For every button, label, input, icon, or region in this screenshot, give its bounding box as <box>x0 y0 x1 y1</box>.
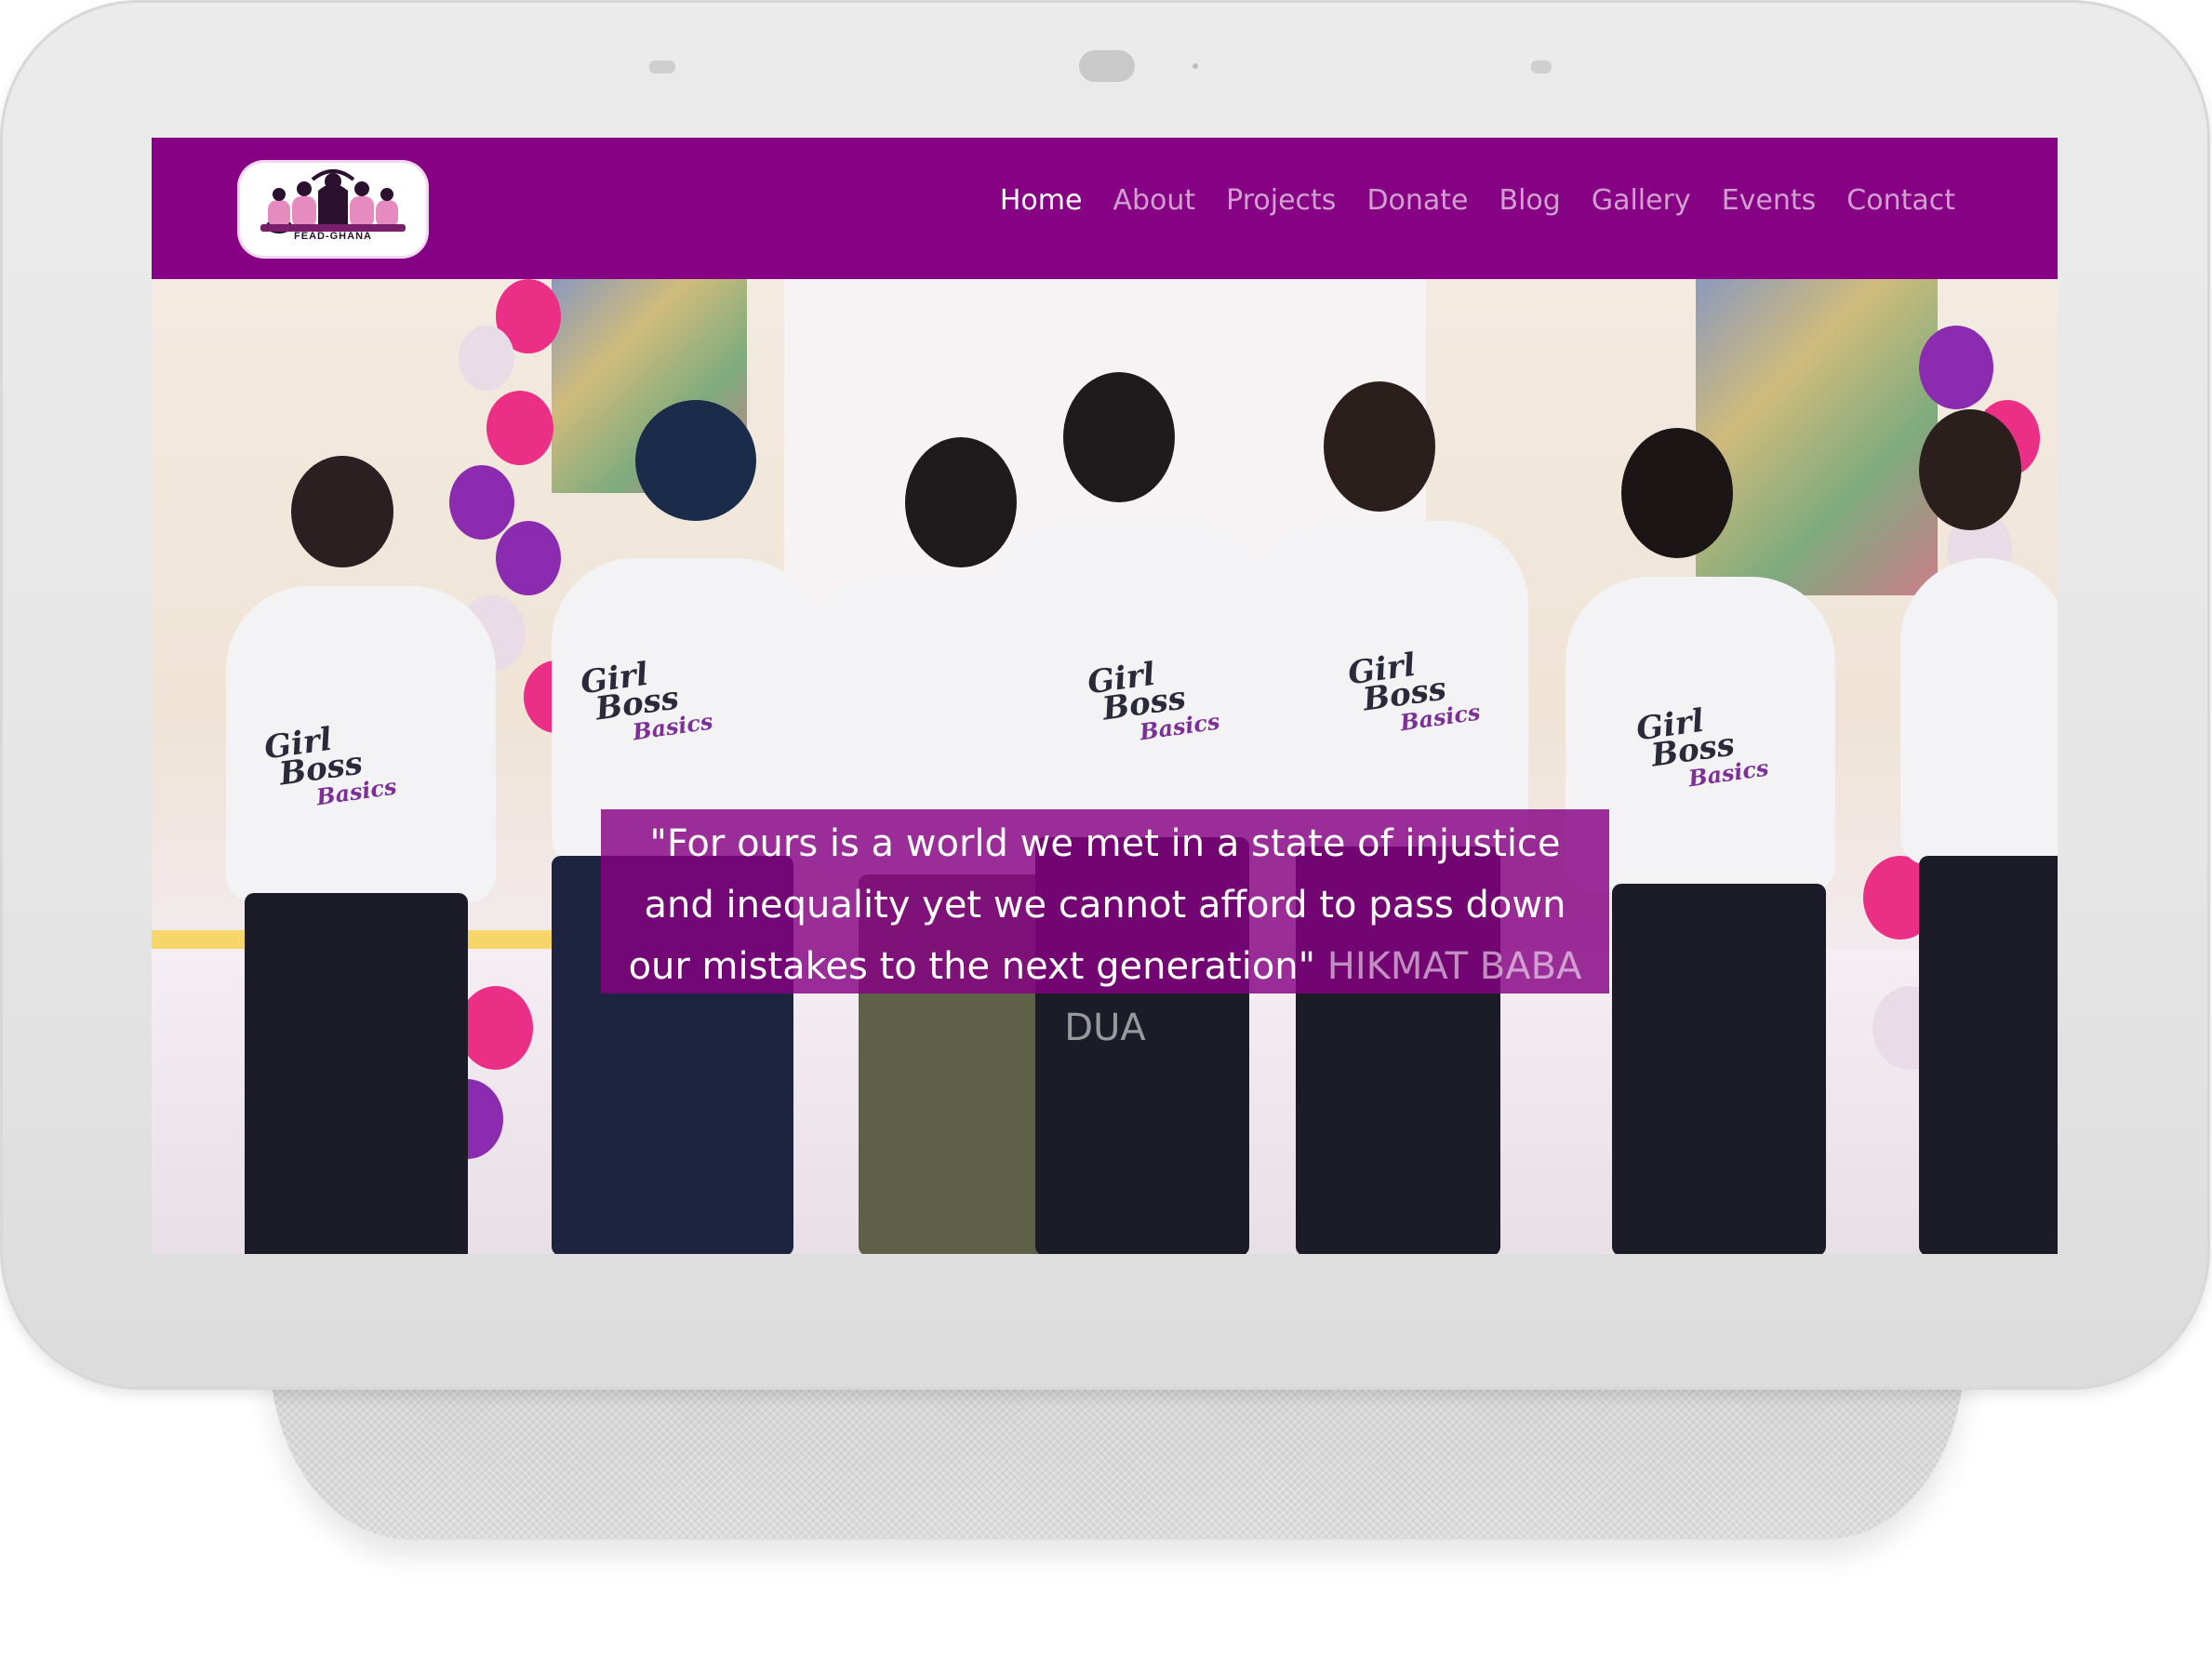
main-nav: Home About Projects Donate Blog Gallery … <box>1000 184 1955 217</box>
navbar: FEAD-GHANA Home About Projects Donate Bl… <box>152 138 2058 279</box>
person-head <box>635 400 756 521</box>
logo-text: FEAD-GHANA <box>294 231 372 242</box>
hero-quote: "For ours is a world we met in a state o… <box>601 809 1609 1049</box>
nav-about[interactable]: About <box>1113 184 1195 217</box>
nav-donate[interactable]: Donate <box>1366 184 1468 217</box>
ambient-sensor <box>649 60 675 73</box>
photo-collage-right <box>1696 279 1938 595</box>
person-head <box>1063 372 1175 502</box>
ambient-sensor-right <box>1531 60 1552 73</box>
shirt-print: Girl Boss Basics <box>579 652 714 753</box>
person-pants <box>245 893 468 1254</box>
balloon <box>486 391 553 465</box>
nav-events[interactable]: Events <box>1722 184 1817 217</box>
hero-image: Girl Boss Basics Girl Boss Basics Girl B… <box>152 279 2058 1254</box>
person-shirt <box>1900 558 2058 865</box>
nav-gallery[interactable]: Gallery <box>1592 184 1691 217</box>
logo-figures-icon <box>260 169 406 233</box>
person-head <box>1621 428 1733 558</box>
nav-projects[interactable]: Projects <box>1226 184 1336 217</box>
balloon <box>496 521 561 595</box>
nav-home[interactable]: Home <box>1000 184 1083 217</box>
camera-icon <box>1079 50 1135 82</box>
person-head <box>1919 409 2021 530</box>
shirt-print: Girl Boss Basics <box>1634 699 1770 799</box>
person-head <box>1324 381 1435 512</box>
shirt-print: Girl Boss Basics <box>262 717 398 818</box>
microphone-dot <box>1193 63 1198 69</box>
balloon <box>449 465 514 540</box>
nav-contact[interactable]: Contact <box>1846 184 1955 217</box>
balloon <box>459 326 514 391</box>
person-pants <box>1919 856 2058 1254</box>
person-pants <box>1612 884 1826 1254</box>
nav-blog[interactable]: Blog <box>1499 184 1561 217</box>
device-frame: FEAD-GHANA Home About Projects Donate Bl… <box>0 0 2212 1667</box>
site-logo[interactable]: FEAD-GHANA <box>240 163 426 256</box>
person-head <box>291 456 393 567</box>
website-screen: FEAD-GHANA Home About Projects Donate Bl… <box>152 138 2058 1254</box>
shirt-print: Girl Boss Basics <box>1346 643 1482 743</box>
balloon <box>1919 326 1993 409</box>
shirt-print: Girl Boss Basics <box>1086 652 1221 753</box>
person-head <box>905 437 1017 567</box>
balloon <box>459 986 533 1070</box>
